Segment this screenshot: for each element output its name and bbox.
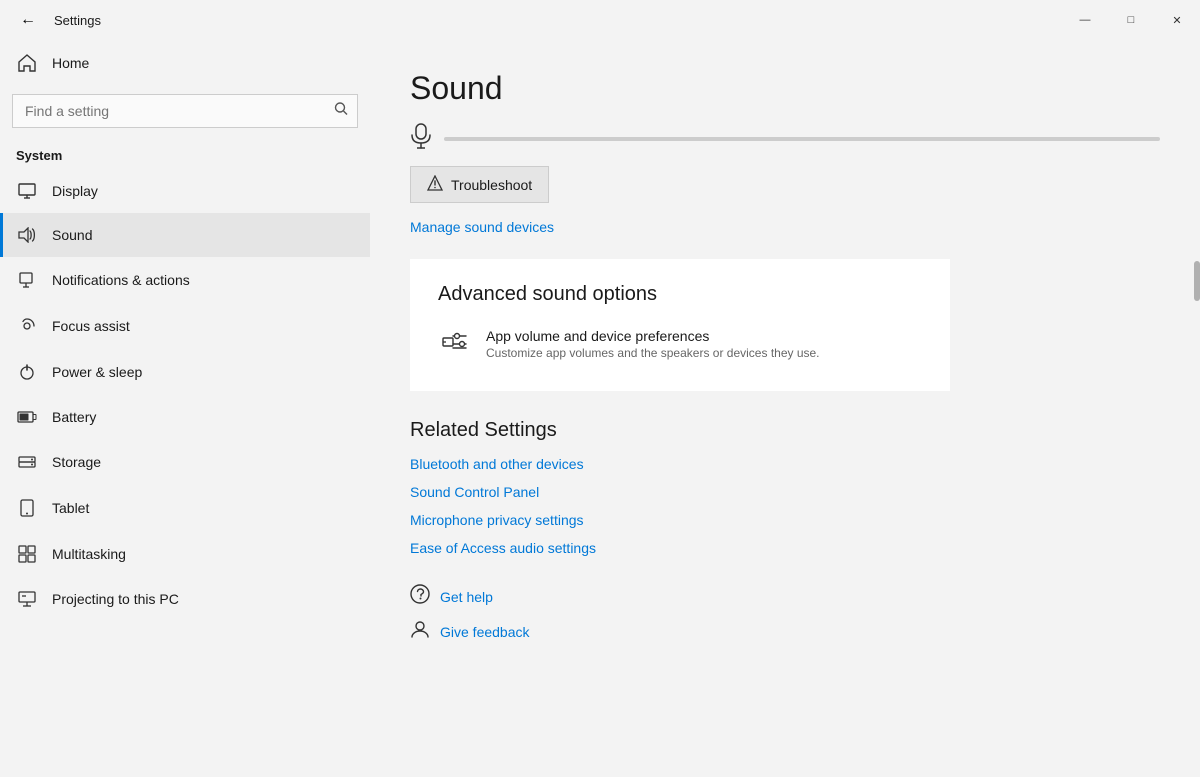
- app-volume-desc: Customize app volumes and the speakers o…: [486, 346, 820, 360]
- troubleshoot-button[interactable]: Troubleshoot: [410, 166, 549, 203]
- display-icon: [16, 183, 38, 199]
- give-feedback-label: Give feedback: [440, 624, 530, 640]
- give-feedback-link[interactable]: Give feedback: [410, 619, 1160, 644]
- sidebar-item-tablet-label: Tablet: [52, 500, 89, 516]
- sidebar-item-sound-label: Sound: [52, 227, 92, 243]
- microphone-icon: [410, 123, 432, 154]
- sidebar: Home System Display: [0, 40, 370, 777]
- focus-icon: [16, 317, 38, 335]
- sidebar-item-battery[interactable]: Battery: [0, 395, 370, 439]
- warning-icon: [427, 175, 443, 194]
- microphone-privacy-link[interactable]: Microphone privacy settings: [410, 512, 1160, 528]
- sidebar-item-projecting-label: Projecting to this PC: [52, 591, 179, 607]
- sidebar-item-projecting[interactable]: Projecting to this PC: [0, 577, 370, 621]
- tablet-icon: [16, 499, 38, 517]
- sound-control-panel-link[interactable]: Sound Control Panel: [410, 484, 1160, 500]
- search-input[interactable]: [12, 94, 358, 128]
- scroll-indicator: [1194, 261, 1200, 301]
- sidebar-item-multitasking[interactable]: Multitasking: [0, 531, 370, 577]
- get-help-label: Get help: [440, 589, 493, 605]
- get-help-icon: [410, 584, 430, 609]
- sidebar-item-focus[interactable]: Focus assist: [0, 303, 370, 349]
- bluetooth-link[interactable]: Bluetooth and other devices: [410, 456, 1160, 472]
- sidebar-item-home[interactable]: Home: [0, 40, 370, 86]
- app-volume-text: App volume and device preferences Custom…: [486, 328, 820, 360]
- search-icon: [334, 102, 348, 121]
- home-icon: [16, 54, 38, 72]
- power-icon: [16, 363, 38, 381]
- titlebar: ← Settings — □ ✕: [0, 0, 1200, 40]
- sidebar-item-display-label: Display: [52, 183, 98, 199]
- microphone-volume-row: [410, 123, 1160, 154]
- sidebar-item-storage[interactable]: Storage: [0, 439, 370, 485]
- advanced-sound-card: Advanced sound options App volume and de…: [410, 259, 950, 391]
- app-title: Settings: [54, 13, 101, 28]
- sidebar-item-tablet[interactable]: Tablet: [0, 485, 370, 531]
- sound-icon: [16, 227, 38, 243]
- search-box: [12, 94, 358, 128]
- multitasking-icon: [16, 545, 38, 563]
- projecting-icon: [16, 591, 38, 607]
- sidebar-item-home-label: Home: [52, 55, 89, 71]
- app-volume-icon: [442, 330, 470, 361]
- related-settings-section: Related Settings Bluetooth and other dev…: [410, 419, 1160, 556]
- bottom-links-section: Get help Give feedback: [410, 584, 1160, 644]
- sidebar-item-display[interactable]: Display: [0, 169, 370, 213]
- sidebar-item-power[interactable]: Power & sleep: [0, 349, 370, 395]
- battery-icon: [16, 411, 38, 423]
- notifications-icon: [16, 271, 38, 289]
- manage-sound-devices-link[interactable]: Manage sound devices: [410, 219, 554, 235]
- sidebar-item-multitasking-label: Multitasking: [52, 546, 126, 562]
- close-button[interactable]: ✕: [1154, 0, 1200, 40]
- app-volume-name: App volume and device preferences: [486, 328, 820, 344]
- sidebar-item-storage-label: Storage: [52, 454, 101, 470]
- app-body: Home System Display: [0, 40, 1200, 777]
- troubleshoot-label: Troubleshoot: [451, 177, 532, 193]
- volume-bar[interactable]: [444, 137, 1160, 141]
- advanced-sound-title: Advanced sound options: [438, 283, 922, 306]
- back-icon[interactable]: ←: [12, 7, 44, 33]
- app-volume-item[interactable]: App volume and device preferences Custom…: [438, 322, 922, 367]
- give-feedback-icon: [410, 619, 430, 644]
- content-area: Sound: [370, 40, 1200, 777]
- get-help-link[interactable]: Get help: [410, 584, 1160, 609]
- sidebar-item-sound[interactable]: Sound: [0, 213, 370, 257]
- sidebar-item-notifications[interactable]: Notifications & actions: [0, 257, 370, 303]
- related-settings-title: Related Settings: [410, 419, 1160, 442]
- sidebar-section-system: System: [0, 140, 370, 169]
- ease-of-access-link[interactable]: Ease of Access audio settings: [410, 540, 1160, 556]
- titlebar-left: ← Settings: [12, 7, 101, 33]
- maximize-button[interactable]: □: [1108, 0, 1154, 40]
- sidebar-item-focus-label: Focus assist: [52, 318, 130, 334]
- sidebar-item-notifications-label: Notifications & actions: [52, 272, 190, 288]
- page-title: Sound: [410, 70, 1160, 107]
- sidebar-item-battery-label: Battery: [52, 409, 96, 425]
- minimize-button[interactable]: —: [1062, 0, 1108, 40]
- sidebar-item-power-label: Power & sleep: [52, 364, 142, 380]
- window-controls: — □ ✕: [1062, 0, 1200, 40]
- storage-icon: [16, 453, 38, 471]
